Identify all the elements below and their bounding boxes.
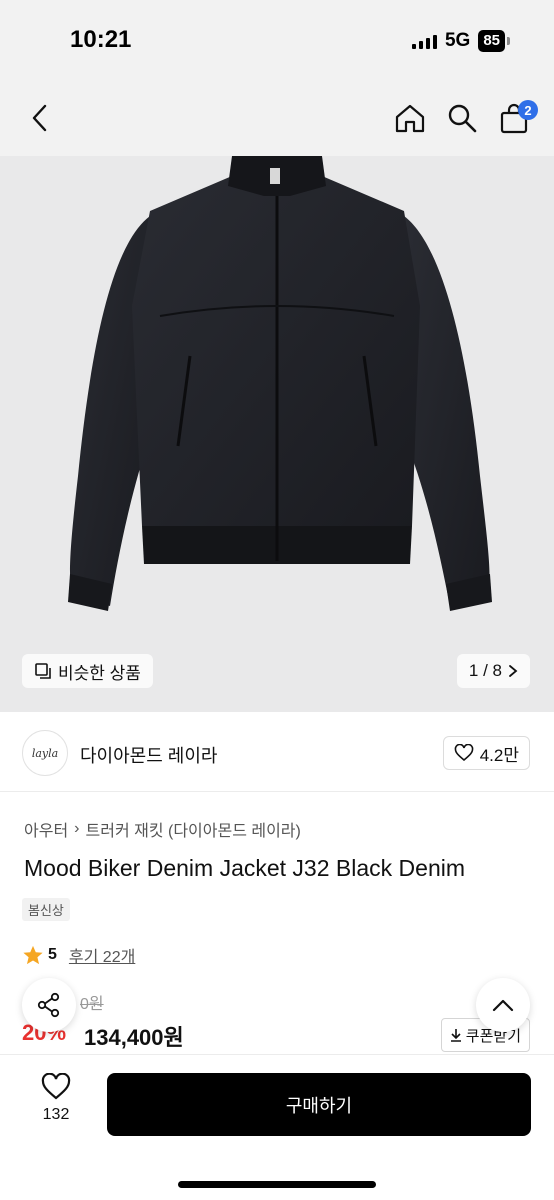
star-icon [23, 945, 43, 965]
breadcrumb-category[interactable]: 아우터 [24, 817, 68, 841]
scroll-to-top-button[interactable] [476, 978, 530, 1032]
status-bar: 10:21 5G 85 [0, 0, 554, 80]
top-nav: 2 [0, 80, 554, 156]
similar-items-label: 비슷한 상품 [58, 663, 141, 683]
chevron-up-icon [492, 999, 514, 1012]
status-indicators: 5G 85 [411, 30, 510, 52]
home-icon [395, 104, 425, 133]
breadcrumb: 아우터 › 트러커 재킷 (다이아몬드 레이라) [24, 817, 301, 841]
brand-name[interactable]: 다이아몬드 레이라 [80, 742, 217, 768]
rating-row: 5 후기 22개 [22, 943, 135, 967]
original-price: 0원 [80, 996, 104, 1013]
share-button[interactable] [22, 978, 76, 1032]
status-time: 10:21 [70, 26, 132, 53]
cart-button[interactable]: 2 [494, 98, 538, 138]
back-arrow-icon [32, 104, 47, 132]
search-button[interactable] [442, 98, 482, 138]
product-title: Mood Biker Denim Jacket J32 Black Denim [24, 855, 465, 881]
similar-items-button[interactable]: 비슷한 상품 [22, 654, 153, 688]
back-button[interactable] [22, 100, 58, 136]
breadcrumb-subcategory[interactable]: 트러커 재킷 (다이아몬드 레이라) [86, 817, 301, 841]
breadcrumb-separator-icon: › [74, 820, 80, 837]
heart-icon [41, 1073, 71, 1100]
sale-price: 134,400원 [84, 1025, 184, 1050]
brand-like-button[interactable]: 4.2만 [442, 736, 530, 770]
wishlist-button[interactable]: 132 [24, 1073, 88, 1139]
network-type: 5G [444, 30, 471, 51]
cart-count-badge: 2 [518, 100, 538, 120]
chevron-right-icon [509, 665, 518, 677]
page-indicator-text: 1 / 8 [468, 661, 502, 680]
gallery-page-indicator[interactable]: 1 / 8 [456, 654, 530, 688]
home-indicator [178, 1181, 376, 1188]
brand-like-count: 4.2만 [479, 745, 519, 765]
wishlist-count: 132 [42, 1106, 70, 1123]
rating-score: 5 [48, 946, 57, 963]
product-image-gallery[interactable]: 비슷한 상품 1 / 8 [0, 156, 554, 712]
product-photo [68, 156, 492, 611]
battery-icon: 85 [478, 30, 510, 52]
battery-level: 85 [478, 30, 505, 52]
download-icon [450, 1029, 461, 1042]
search-icon [448, 104, 477, 133]
share-icon [37, 992, 60, 1018]
product-tag: 봄신상 [22, 898, 70, 921]
bottom-action-bar: 132 구매하기 [0, 1054, 554, 1200]
home-button[interactable] [390, 98, 430, 138]
similar-items-icon [35, 663, 51, 679]
heart-icon [454, 744, 474, 762]
brand-row[interactable]: layla 다이아몬드 레이라 4.2만 [0, 712, 554, 792]
reviews-link[interactable]: 후기 22개 [69, 943, 135, 967]
buy-button[interactable]: 구매하기 [107, 1073, 531, 1136]
brand-logo[interactable]: layla [22, 730, 68, 776]
signal-icon [411, 33, 437, 49]
